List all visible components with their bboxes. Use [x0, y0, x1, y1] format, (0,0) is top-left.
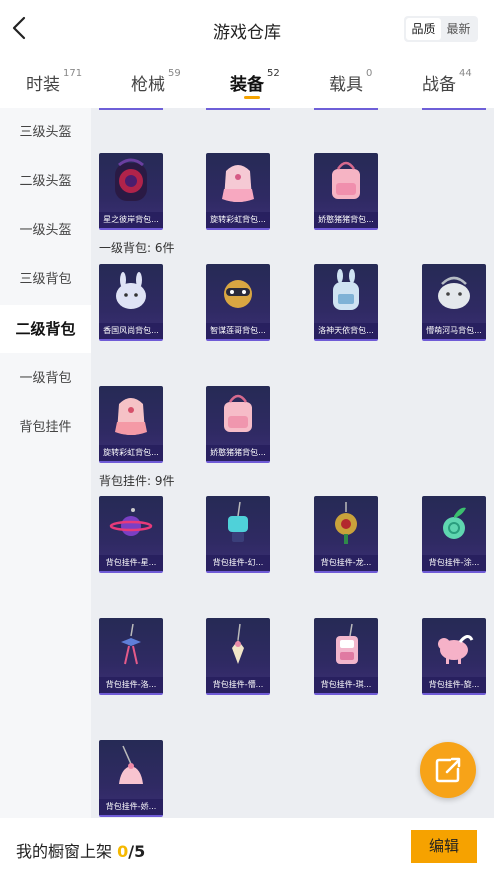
tab-count: 52 — [267, 68, 280, 79]
sort-option-quality[interactable]: 品质 — [406, 18, 441, 40]
scrolled-card-edge — [422, 108, 486, 110]
backpack-icon — [438, 276, 470, 309]
item-card[interactable]: 香国风尚背包... — [99, 264, 163, 341]
scrolled-card-edge — [314, 108, 378, 110]
backpack-icon — [332, 161, 360, 199]
showcase-total-count: 5 — [134, 842, 146, 861]
item-name: 背包挂件-星... — [99, 555, 163, 571]
sidebar: 三级头盔 二级头盔 一级头盔 三级背包 二级背包 一级背包 背包挂件 — [0, 108, 91, 818]
tab-supplies[interactable]: 战备44 — [422, 68, 472, 95]
tab-label: 时装 — [26, 75, 60, 95]
sort-option-newest[interactable]: 最新 — [441, 18, 476, 40]
tab-equipment[interactable]: 装备52 — [230, 68, 280, 99]
tab-label: 载具 — [329, 75, 363, 95]
sidebar-item-backpack-1[interactable]: 一级背包 — [0, 355, 91, 403]
tab-label: 装备 — [230, 75, 264, 95]
tab-count: 171 — [63, 68, 83, 79]
item-card[interactable]: 背包挂件-洛... — [99, 618, 163, 695]
item-card[interactable]: 背包挂件-旋... — [422, 618, 486, 695]
edit-button[interactable]: 编辑 — [411, 830, 477, 863]
item-name: 背包挂件-洛... — [99, 677, 163, 693]
item-card[interactable]: 背包挂件-琪... — [314, 618, 378, 695]
sidebar-item-backpack-3[interactable]: 三级背包 — [0, 256, 91, 304]
item-name: 旋转彩虹背包... — [206, 212, 270, 228]
item-card[interactable]: 背包挂件-娇... — [99, 740, 163, 817]
sidebar-item-backpack-2[interactable]: 二级背包 — [0, 305, 91, 353]
showcase-label: 我的橱窗上架 — [16, 842, 113, 861]
tab-label: 战备 — [422, 75, 456, 95]
sort-toggle[interactable]: 品质 最新 — [404, 16, 478, 42]
charm-icon — [232, 623, 244, 664]
item-card[interactable]: 星之彼岸背包... — [99, 153, 163, 230]
charm-icon — [443, 507, 466, 539]
charm-icon — [438, 635, 474, 664]
section-header: 背包挂件: 9件 — [99, 474, 175, 488]
sidebar-item-backpack-charm[interactable]: 背包挂件 — [0, 404, 91, 452]
item-card[interactable]: 娇憨猪猪背包... — [314, 153, 378, 230]
item-card[interactable]: 娇憨猪猪背包... — [206, 386, 270, 463]
active-tab-indicator — [244, 96, 260, 99]
item-card[interactable]: 智谋莲哥背包... — [206, 264, 270, 341]
tab-count: 0 — [366, 68, 373, 79]
item-name: 娇憨猪猪背包... — [206, 445, 270, 461]
item-card[interactable]: 背包挂件-涂... — [422, 496, 486, 573]
sidebar-item-helmet-3[interactable]: 三级头盔 — [0, 109, 91, 157]
charm-icon — [335, 502, 357, 544]
tab-fashion[interactable]: 时装171 — [26, 68, 83, 95]
tab-label: 枪械 — [131, 75, 165, 95]
charm-icon — [109, 508, 153, 536]
bottom-bar: 我的橱窗上架 0/5 编辑 — [0, 818, 494, 875]
item-card[interactable]: 背包挂件-龙... — [314, 496, 378, 573]
tab-count: 44 — [459, 68, 472, 79]
item-grid: 星之彼岸背包... 旋转彩虹背包... 娇憨猪猪背包... 一级背包: 6件 香… — [91, 108, 494, 818]
showcase-status: 我的橱窗上架 0/5 — [16, 838, 145, 862]
backpack-icon — [224, 280, 252, 308]
item-name: 背包挂件-懵... — [206, 677, 270, 693]
scrolled-card-edge — [99, 108, 163, 110]
item-card[interactable]: 背包挂件-懵... — [206, 618, 270, 695]
share-button[interactable] — [420, 742, 476, 798]
charm-icon — [228, 501, 248, 542]
item-card[interactable]: 背包挂件-幻... — [206, 496, 270, 573]
item-name: 星之彼岸背包... — [99, 212, 163, 228]
item-name: 背包挂件-琪... — [314, 677, 378, 693]
item-card[interactable]: 旋转彩虹背包... — [206, 153, 270, 230]
backpack-icon — [116, 272, 146, 309]
tab-count: 59 — [168, 68, 181, 79]
tab-guns[interactable]: 枪械59 — [131, 68, 181, 95]
item-name: 背包挂件-旋... — [422, 677, 486, 693]
item-name: 背包挂件-娇... — [99, 799, 163, 815]
backpack-icon — [115, 398, 147, 435]
header: 游戏仓库 品质 最新 — [0, 0, 494, 58]
item-name: 智谋莲哥背包... — [206, 323, 270, 339]
tab-vehicles[interactable]: 载具0 — [329, 68, 373, 95]
sidebar-item-helmet-1[interactable]: 一级头盔 — [0, 207, 91, 255]
item-name: 洛神天依背包... — [314, 323, 378, 339]
item-card[interactable]: 背包挂件-星... — [99, 496, 163, 573]
backpack-icon — [224, 394, 252, 432]
charm-icon — [121, 623, 141, 665]
section-header: 一级背包: 6件 — [99, 241, 175, 255]
share-icon — [435, 757, 461, 783]
item-name: 娇憨猪猪背包... — [314, 212, 378, 228]
item-name: 背包挂件-幻... — [206, 555, 270, 571]
charm-icon — [119, 745, 143, 784]
category-tabs: 时装171 枪械59 装备52 载具0 战备44 — [0, 58, 494, 108]
item-name: 背包挂件-龙... — [314, 555, 378, 571]
item-card[interactable]: 洛神天依背包... — [314, 264, 378, 341]
sidebar-item-helmet-2[interactable]: 二级头盔 — [0, 158, 91, 206]
showcase-current-count: 0 — [117, 842, 129, 861]
charm-icon — [336, 623, 358, 664]
item-name: 懵萌河马背包... — [422, 323, 486, 339]
scrolled-card-edge — [206, 108, 270, 110]
backpack-icon — [222, 165, 254, 202]
backpack-icon — [333, 269, 359, 310]
backpack-icon — [115, 158, 147, 201]
item-card[interactable]: 旋转彩虹背包... — [99, 386, 163, 463]
item-name: 香国风尚背包... — [99, 323, 163, 339]
item-card[interactable]: 懵萌河马背包... — [422, 264, 486, 341]
item-name: 旋转彩虹背包... — [99, 445, 163, 461]
item-name: 背包挂件-涂... — [422, 555, 486, 571]
